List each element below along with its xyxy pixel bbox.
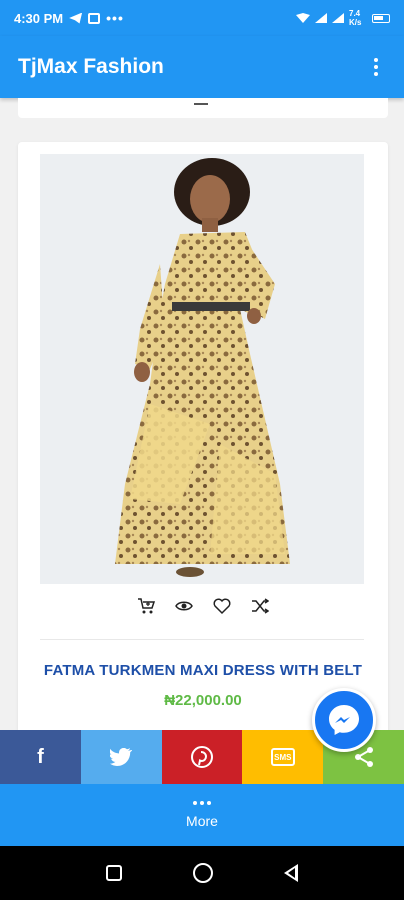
data-speed: 7.4 K/s	[349, 9, 362, 27]
divider	[40, 639, 364, 640]
product-title[interactable]: FATMA TURKMEN MAXI DRESS WITH BELT	[18, 662, 388, 679]
signal-icon-2	[332, 13, 344, 23]
facebook-icon: f	[37, 745, 44, 768]
message-icon	[88, 12, 101, 24]
pinterest-icon	[190, 746, 213, 768]
wifi-icon	[296, 13, 310, 23]
dress-illustration	[40, 154, 364, 584]
previous-product-card[interactable]	[18, 98, 388, 118]
product-actions	[18, 597, 388, 637]
battery-icon	[372, 13, 390, 23]
facebook-share-button[interactable]: f	[0, 730, 81, 784]
status-time: 4:30 PM	[14, 10, 64, 26]
twitter-share-button[interactable]	[80, 730, 162, 784]
pinterest-share-button[interactable]	[161, 730, 243, 784]
telegram-icon	[69, 12, 83, 24]
app-title: TjMax Fashion	[18, 55, 164, 78]
product-list[interactable]: FATMA TURKMEN MAXI DRESS WITH BELT ₦22,0…	[0, 98, 404, 730]
more-bar[interactable]: More	[0, 784, 404, 846]
sms-label: SMS	[274, 752, 292, 762]
product-image[interactable]	[40, 154, 364, 584]
sms-icon: SMS	[270, 748, 295, 766]
more-notifications-icon: •••	[106, 10, 124, 26]
eye-icon[interactable]	[175, 597, 193, 615]
product-card[interactable]: FATMA TURKMEN MAXI DRESS WITH BELT ₦22,0…	[18, 142, 388, 730]
messenger-button[interactable]	[312, 688, 376, 752]
twitter-icon	[110, 748, 133, 766]
messenger-icon	[329, 705, 359, 735]
signal-icon	[315, 13, 327, 23]
more-horiz-icon	[193, 801, 211, 805]
more-vert-icon[interactable]	[366, 55, 386, 79]
sms-share-button[interactable]: SMS	[242, 730, 324, 784]
back-icon[interactable]	[284, 864, 299, 882]
recents-icon[interactable]	[105, 865, 122, 881]
more-label: More	[186, 813, 218, 829]
app-bar: TjMax Fashion	[0, 36, 404, 98]
cart-icon[interactable]	[137, 597, 155, 615]
shuffle-icon[interactable]	[251, 597, 269, 615]
home-icon[interactable]	[192, 863, 213, 883]
system-nav-bar	[0, 846, 404, 900]
heart-icon[interactable]	[213, 597, 231, 615]
status-bar: 4:30 PM ••• 7.4 K/s	[0, 0, 404, 36]
